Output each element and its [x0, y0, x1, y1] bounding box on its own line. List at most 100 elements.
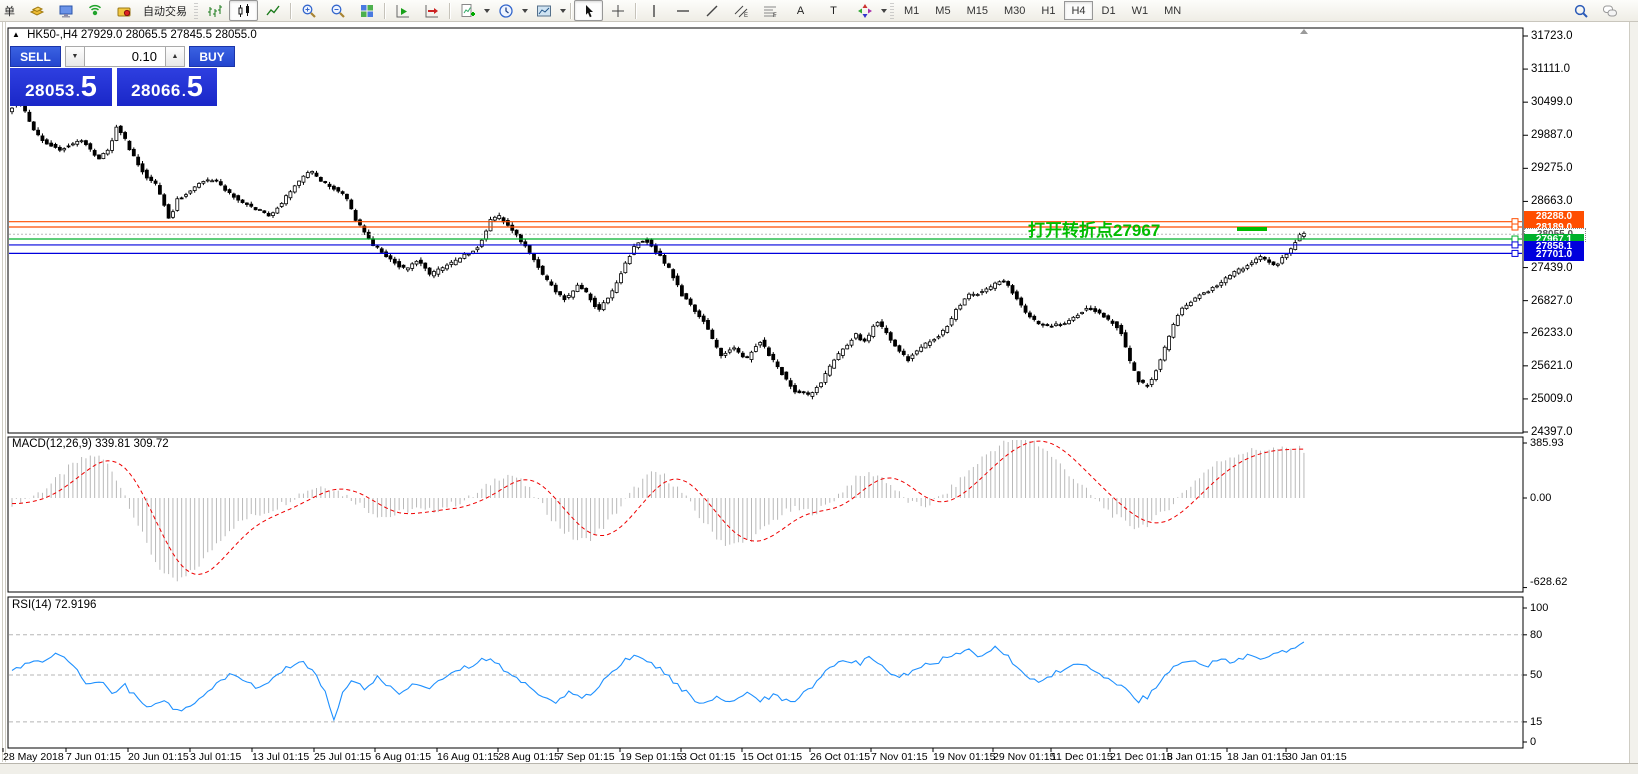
fibonacci-icon: F: [762, 3, 778, 19]
time-axis-label: 21 Dec 01:15: [1110, 751, 1172, 763]
terminal-button[interactable]: [51, 0, 80, 21]
rsi-tick-label: 100: [1530, 602, 1548, 614]
volume-decrease-button[interactable]: ▼: [65, 46, 85, 67]
trendline-button[interactable]: [697, 0, 726, 21]
label-tool-button[interactable]: T: [817, 0, 850, 21]
fibonacci-button[interactable]: F: [755, 0, 784, 21]
buy-button[interactable]: BUY: [189, 46, 235, 67]
tile-windows-button[interactable]: [352, 0, 381, 21]
timeframe-h1-button[interactable]: H1: [1034, 1, 1062, 20]
timeframe-m5-button[interactable]: M5: [928, 1, 957, 20]
sell-button[interactable]: SELL: [10, 46, 61, 67]
periods-button[interactable]: [491, 0, 520, 21]
time-axis-label: 20 Jun 01:15: [128, 751, 189, 763]
volume-increase-button[interactable]: ▲: [165, 46, 185, 67]
periods-dropdown[interactable]: [520, 1, 529, 20]
arrows-icon: [857, 3, 873, 19]
timeframe-w1-button[interactable]: W1: [1125, 1, 1156, 20]
time-axis-label: 3 Jul 01:15: [190, 751, 241, 763]
time-axis-label: 18 Jan 01:15: [1227, 751, 1288, 763]
time-axis-label: 7 Sep 01:15: [558, 751, 615, 763]
collapse-objects-icon[interactable]: ▲: [12, 30, 20, 39]
periods-icon: [498, 3, 514, 19]
chart-canvas[interactable]: [0, 0, 1638, 773]
new-chart-icon: [460, 3, 476, 19]
buy-price-dot: .: [182, 83, 186, 99]
low-value: 27845.5: [170, 29, 212, 41]
line-chart-button[interactable]: [258, 0, 287, 21]
pivot-annotation-text[interactable]: 打开转折点27967: [1028, 216, 1160, 241]
channel-icon: E: [733, 3, 749, 19]
new-chart-dropdown[interactable]: [482, 1, 491, 20]
time-axis-label: 28 Aug 01:15: [498, 751, 560, 763]
price-line-label[interactable]: 27701.0: [1524, 249, 1584, 261]
chart-shift-button[interactable]: [417, 0, 446, 21]
new-order-button[interactable]: [22, 0, 51, 21]
toolbar-separator: [290, 3, 291, 19]
timeframe-m15-button[interactable]: M15: [960, 1, 995, 20]
time-axis-label: 6 Aug 01:15: [375, 751, 431, 763]
horizontal-line-button[interactable]: [668, 0, 697, 21]
buy-price: 28066: [131, 81, 181, 101]
price-tick-label: 31723.0: [1531, 30, 1573, 42]
new-chart-button[interactable]: [453, 0, 482, 21]
time-axis-label: 7 Jun 01:15: [66, 751, 121, 763]
svg-text:F: F: [773, 13, 777, 19]
svg-text:E: E: [744, 13, 748, 19]
signals-button[interactable]: [80, 0, 109, 21]
bar-chart-icon: [207, 3, 223, 19]
arrows-button[interactable]: [850, 0, 879, 21]
templates-button[interactable]: [529, 0, 558, 21]
sell-price-dot: .: [76, 83, 80, 99]
mailbox-icon: [116, 3, 132, 19]
volume-input[interactable]: 0.10: [85, 46, 165, 67]
tile-windows-icon: [359, 3, 375, 19]
timeframe-m1-button[interactable]: M1: [897, 1, 926, 20]
rsi-tick-label: 50: [1530, 669, 1542, 681]
sell-price-button[interactable]: 28053 . 5: [10, 68, 112, 106]
search-icon: [1573, 3, 1589, 19]
vertical-line-button[interactable]: [639, 0, 668, 21]
bar-chart-button[interactable]: [200, 0, 229, 21]
line-chart-icon: [265, 3, 281, 19]
toolbar-grip: [890, 3, 894, 19]
time-axis-label: 8 Jan 01:15: [1167, 751, 1222, 763]
rsi-header: RSI(14) 72.9196: [12, 599, 96, 611]
timeframe-m30-button[interactable]: M30: [997, 1, 1032, 20]
horizontal-line-icon: [675, 3, 691, 19]
time-axis-label: 26 Oct 01:15: [810, 751, 870, 763]
mailbox-button[interactable]: [109, 0, 138, 21]
zoom-out-button[interactable]: [323, 0, 352, 21]
crosshair-button[interactable]: [603, 0, 632, 21]
candlestick-button[interactable]: [229, 0, 258, 21]
autotrading-button[interactable]: 自动交易: [138, 0, 192, 21]
arrows-dropdown[interactable]: [879, 1, 888, 20]
time-axis-label: 19 Nov 01:15: [933, 751, 995, 763]
price-tick-label: 26827.0: [1531, 295, 1573, 307]
time-axis-label: 13 Jul 01:15: [252, 751, 309, 763]
macd-label: MACD(12,26,9): [12, 438, 92, 450]
chat-button[interactable]: [1595, 0, 1624, 21]
timeframe-h4-button[interactable]: H4: [1064, 1, 1092, 20]
timeframe-mn-button[interactable]: MN: [1157, 1, 1188, 20]
rsi-value: 72.9196: [55, 599, 97, 611]
rsi-tick-label: 15: [1530, 716, 1542, 728]
search-button[interactable]: [1566, 0, 1595, 21]
buy-price-button[interactable]: 28066 . 5: [117, 68, 217, 106]
vertical-line-icon: [646, 3, 662, 19]
zoom-in-button[interactable]: [294, 0, 323, 21]
one-click-trade-panel: SELL ▼ 0.10 ▲ BUY 28053 . 5 28066 . 5: [10, 46, 235, 106]
auto-scroll-button[interactable]: [388, 0, 417, 21]
cursor-button[interactable]: [574, 0, 603, 21]
templates-dropdown[interactable]: [558, 1, 567, 20]
channel-button[interactable]: E: [726, 0, 755, 21]
time-axis-label: 29 Nov 01:15: [993, 751, 1055, 763]
price-tick-label: 27439.0: [1531, 262, 1573, 274]
window-title-partial: 单: [0, 3, 22, 19]
time-axis-label: 19 Sep 01:15: [620, 751, 682, 763]
symbol-label: HK50-,H4: [27, 29, 78, 41]
terminal-icon: [58, 3, 74, 19]
crosshair-icon: [610, 3, 626, 19]
text-tool-button[interactable]: A: [784, 0, 817, 21]
timeframe-d1-button[interactable]: D1: [1095, 1, 1123, 20]
